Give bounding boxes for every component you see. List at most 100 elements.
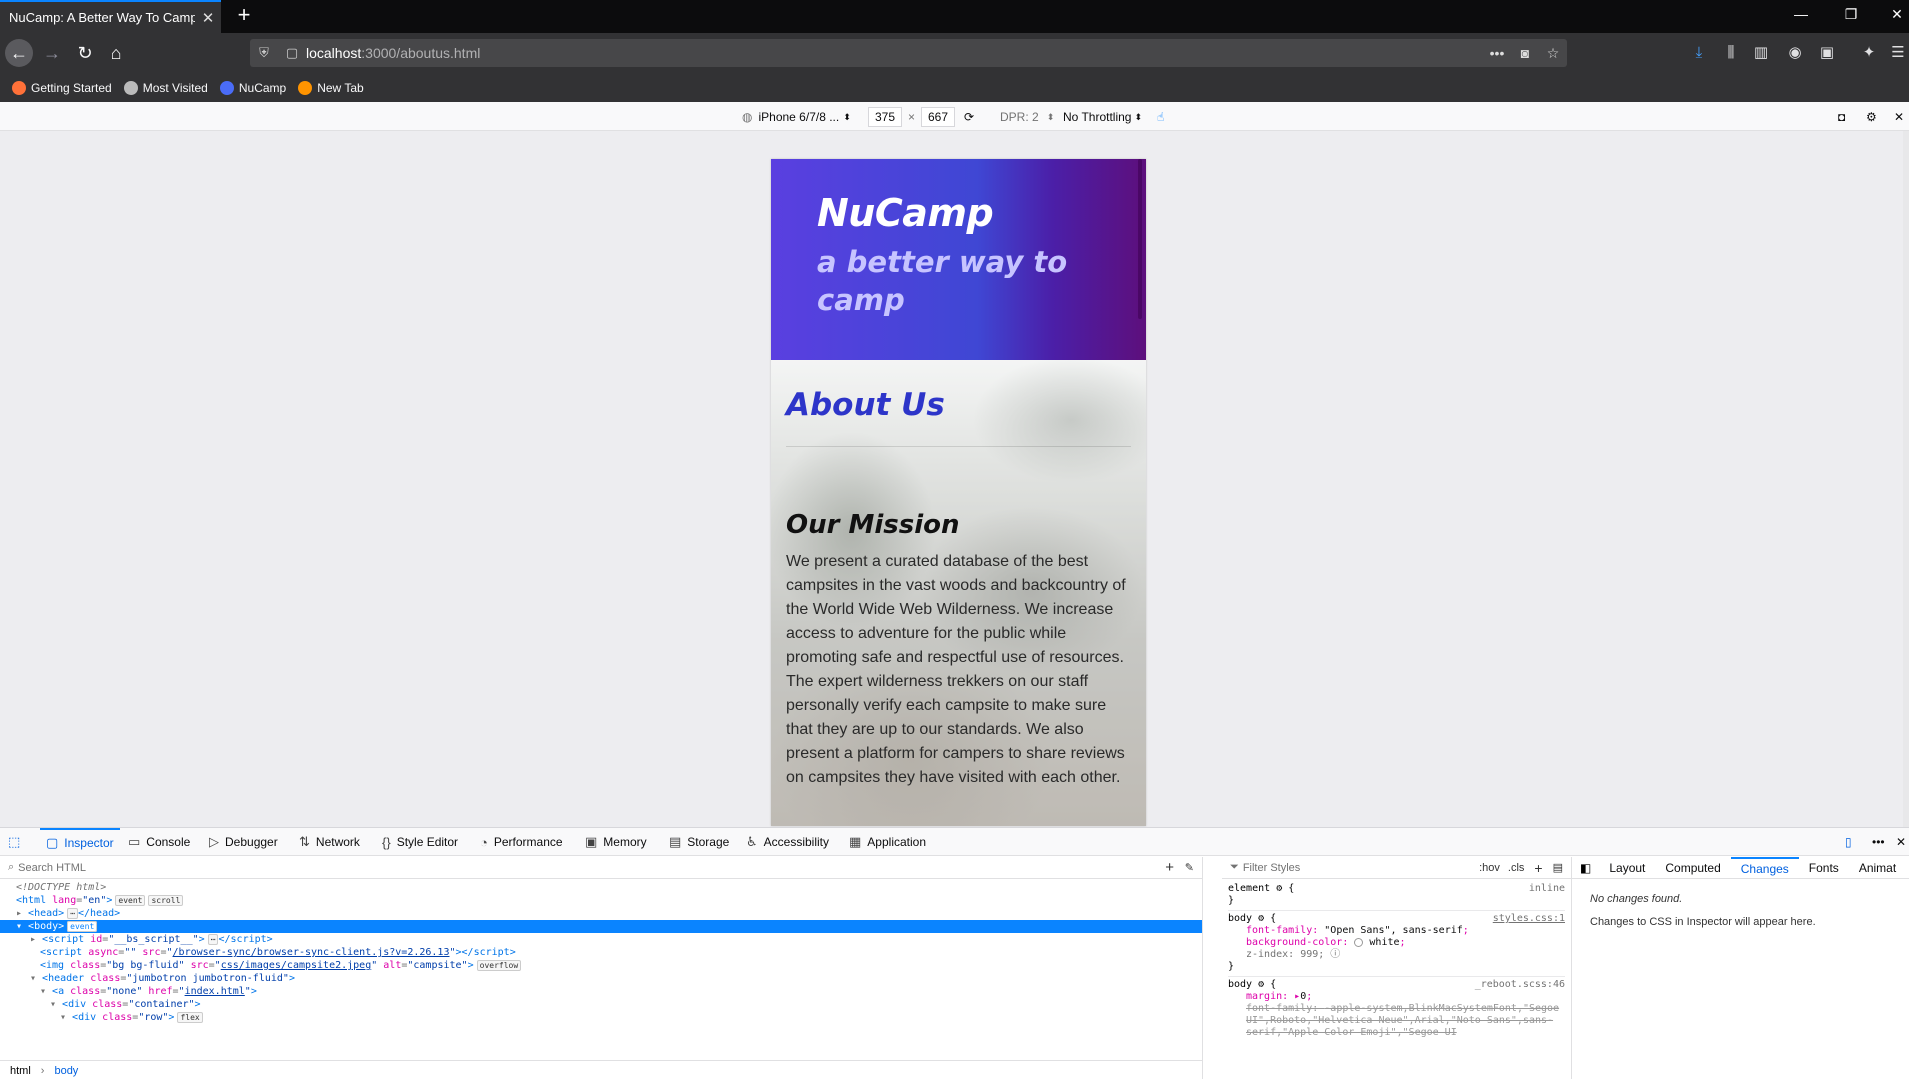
dock-side-icon[interactable]: ▯	[1845, 828, 1852, 856]
account-icon[interactable]: ▣	[1816, 42, 1838, 64]
breadcrumb-body[interactable]: body	[54, 1065, 78, 1077]
tab-style-editor[interactable]: {} Style Editor	[382, 828, 458, 856]
gear-icon[interactable]: ⚙	[1258, 913, 1264, 924]
tab-layout[interactable]: Layout	[1599, 857, 1655, 879]
page-scrollbar[interactable]	[1138, 159, 1142, 319]
hov-toggle[interactable]: :hov	[1479, 862, 1500, 874]
tree-node[interactable]: <!DOCTYPE html>	[0, 881, 1202, 894]
bookmark-nucamp[interactable]: NuCamp	[219, 80, 286, 95]
property-value[interactable]: 0	[1300, 991, 1306, 1002]
event-badge[interactable]: event	[67, 921, 98, 932]
tab-console[interactable]: ▭ Console	[128, 828, 190, 856]
screenshot-icon[interactable]: ◘	[1838, 107, 1845, 127]
breadcrumb-html[interactable]: html	[10, 1065, 31, 1077]
browser-tab[interactable]: NuCamp: A Better Way To Camp ✕	[0, 0, 221, 33]
rule-source[interactable]: styles.css:1	[1493, 913, 1565, 925]
gear-icon[interactable]: ⚙	[1276, 883, 1282, 894]
tree-node-selected[interactable]: ▾ <body> event	[0, 920, 1202, 933]
close-tab-icon[interactable]: ✕	[195, 9, 221, 27]
throttling-selector[interactable]: No Throttling ⬍	[1063, 107, 1142, 127]
filter-styles-input[interactable]: Filter Styles	[1243, 862, 1479, 874]
property-value[interactable]: "Open Sans", sans-serif	[1324, 925, 1462, 936]
downloads-icon[interactable]: ⤓	[1688, 42, 1710, 64]
property-value[interactable]: white	[1369, 937, 1399, 948]
tab-animations[interactable]: Animat	[1849, 857, 1906, 879]
tab-fonts[interactable]: Fonts	[1799, 857, 1849, 879]
tab-memory[interactable]: ▣ Memory	[585, 828, 647, 856]
menu-icon[interactable]: ☰	[1887, 42, 1909, 64]
bookmark-most-visited[interactable]: Most Visited	[123, 80, 208, 95]
forward-arrow-icon[interactable]: →	[38, 39, 66, 67]
back-arrow-icon[interactable]: ←	[5, 39, 33, 67]
tree-node[interactable]: <script async="" src="/browser-sync/brow…	[0, 946, 1202, 959]
sidebar-icon[interactable]: ▥	[1750, 42, 1772, 64]
page-actions-icon[interactable]: •••	[1483, 45, 1511, 61]
css-property[interactable]: background-color: white;	[1228, 937, 1565, 949]
property-value[interactable]: -apple-system,BlinkMacSystemFont,"Segoe …	[1246, 1003, 1559, 1038]
eyedropper-icon[interactable]: ✎	[1185, 861, 1194, 874]
device-selector[interactable]: ◍ iPhone 6/7/8 ... ⬍	[742, 107, 851, 127]
bookmark-star-icon[interactable]: ☆	[1539, 45, 1567, 62]
event-badge[interactable]: event	[115, 895, 146, 906]
css-property[interactable]: z-index: 999; ⓘ	[1228, 949, 1565, 961]
address-bar[interactable]: ⛨ ▢ localhost:3000/aboutus.html ••• ◙ ☆	[250, 39, 1567, 67]
body-rule[interactable]: body ⚙ { styles.css:1 font-family: "Open…	[1228, 911, 1565, 977]
new-tab-button[interactable]: +	[232, 4, 256, 28]
more-options-icon[interactable]: •••	[1872, 828, 1885, 856]
tab-storage[interactable]: ▤ Storage	[669, 828, 729, 856]
tree-node[interactable]: <img class="bg bg-fluid" src="css/images…	[0, 959, 1202, 972]
bookmark-getting-started[interactable]: Getting Started	[12, 80, 112, 95]
info-icon[interactable]: ⓘ	[1330, 949, 1340, 960]
home-icon[interactable]: ⌂	[102, 39, 130, 67]
restore-icon[interactable]: ❐	[1841, 6, 1861, 23]
bookmark-new-tab[interactable]: New Tab	[298, 80, 364, 95]
search-html-input[interactable]: Search HTML	[18, 862, 86, 874]
viewport-height-input[interactable]: 667	[921, 107, 956, 127]
brand-title[interactable]: NuCamp	[817, 191, 994, 235]
tree-node[interactable]: ▸ <script id="__bs_script__"> ⋯ </script>	[0, 933, 1202, 946]
vertical-scrollbar[interactable]	[1903, 131, 1909, 827]
tab-changes[interactable]: Changes	[1730, 856, 1799, 879]
gear-icon[interactable]: ⚙	[1258, 979, 1264, 990]
tab-computed[interactable]: Computed	[1655, 857, 1730, 879]
dpr-selector[interactable]: DPR: 2 ⬍	[1000, 107, 1054, 127]
close-devtools-icon[interactable]: ✕	[1896, 828, 1906, 856]
viewport-width-input[interactable]: 375	[868, 107, 903, 127]
add-rule-icon[interactable]: +	[1534, 860, 1542, 876]
overflow-badge[interactable]: overflow	[476, 960, 522, 971]
url-text[interactable]: localhost:3000/aboutus.html	[306, 45, 1483, 61]
minimize-icon[interactable]: —	[1791, 6, 1811, 22]
flex-badge[interactable]: flex	[177, 1012, 203, 1023]
tab-debugger[interactable]: ▷ Debugger	[209, 828, 278, 856]
reboot-body-rule[interactable]: body ⚙ { _reboot.scss:46 margin: ▸0; fon…	[1228, 977, 1565, 1042]
tab-performance[interactable]: ◔ Performance	[480, 828, 563, 856]
scroll-badge[interactable]: scroll	[148, 895, 184, 906]
close-window-icon[interactable]: ✕	[1887, 6, 1907, 23]
close-icon[interactable]: ✕	[1894, 107, 1904, 127]
pocket-icon[interactable]: ◙	[1511, 45, 1539, 61]
page-info-icon[interactable]: ▢	[278, 45, 306, 61]
cls-toggle[interactable]: .cls	[1508, 862, 1525, 874]
touch-simulation-icon[interactable]: ☝	[1157, 107, 1164, 127]
reload-icon[interactable]: ↻	[71, 39, 99, 67]
tree-node[interactable]: ▾ <div class="container">	[0, 998, 1202, 1011]
element-rule[interactable]: element ⚙ { inline }	[1228, 881, 1565, 911]
extension-icon[interactable]: ◉	[1784, 42, 1806, 64]
property-value[interactable]: 999	[1300, 949, 1318, 960]
css-property-overridden[interactable]: font-family: -apple-system,BlinkMacSyste…	[1228, 1003, 1565, 1039]
rule-source[interactable]: _reboot.scss:46	[1475, 979, 1565, 991]
css-property[interactable]: margin: ▸0;	[1228, 991, 1565, 1003]
tab-accessibility[interactable]: ♿ Accessibility	[746, 828, 829, 856]
tree-node[interactable]: ▾ <div class="row"> flex	[0, 1011, 1202, 1024]
tab-network[interactable]: ⇅ Network	[299, 828, 360, 856]
rotate-icon[interactable]: ⟳	[964, 107, 974, 127]
tree-node[interactable]: ▾ <header class="jumbotron jumbotron-flu…	[0, 972, 1202, 985]
tree-node[interactable]: ▾ <a class="none" href="index.html">	[0, 985, 1202, 998]
print-icon[interactable]: ▤	[1553, 861, 1563, 874]
library-icon[interactable]: ⫼	[1720, 42, 1742, 64]
rule-source[interactable]: inline	[1529, 883, 1565, 895]
add-node-icon[interactable]: +	[1165, 859, 1174, 876]
extensions-icon[interactable]: ✦	[1858, 42, 1880, 64]
tree-node[interactable]: ▸ <head> ⋯ </head>	[0, 907, 1202, 920]
element-picker-icon[interactable]: ⬚	[8, 828, 20, 856]
